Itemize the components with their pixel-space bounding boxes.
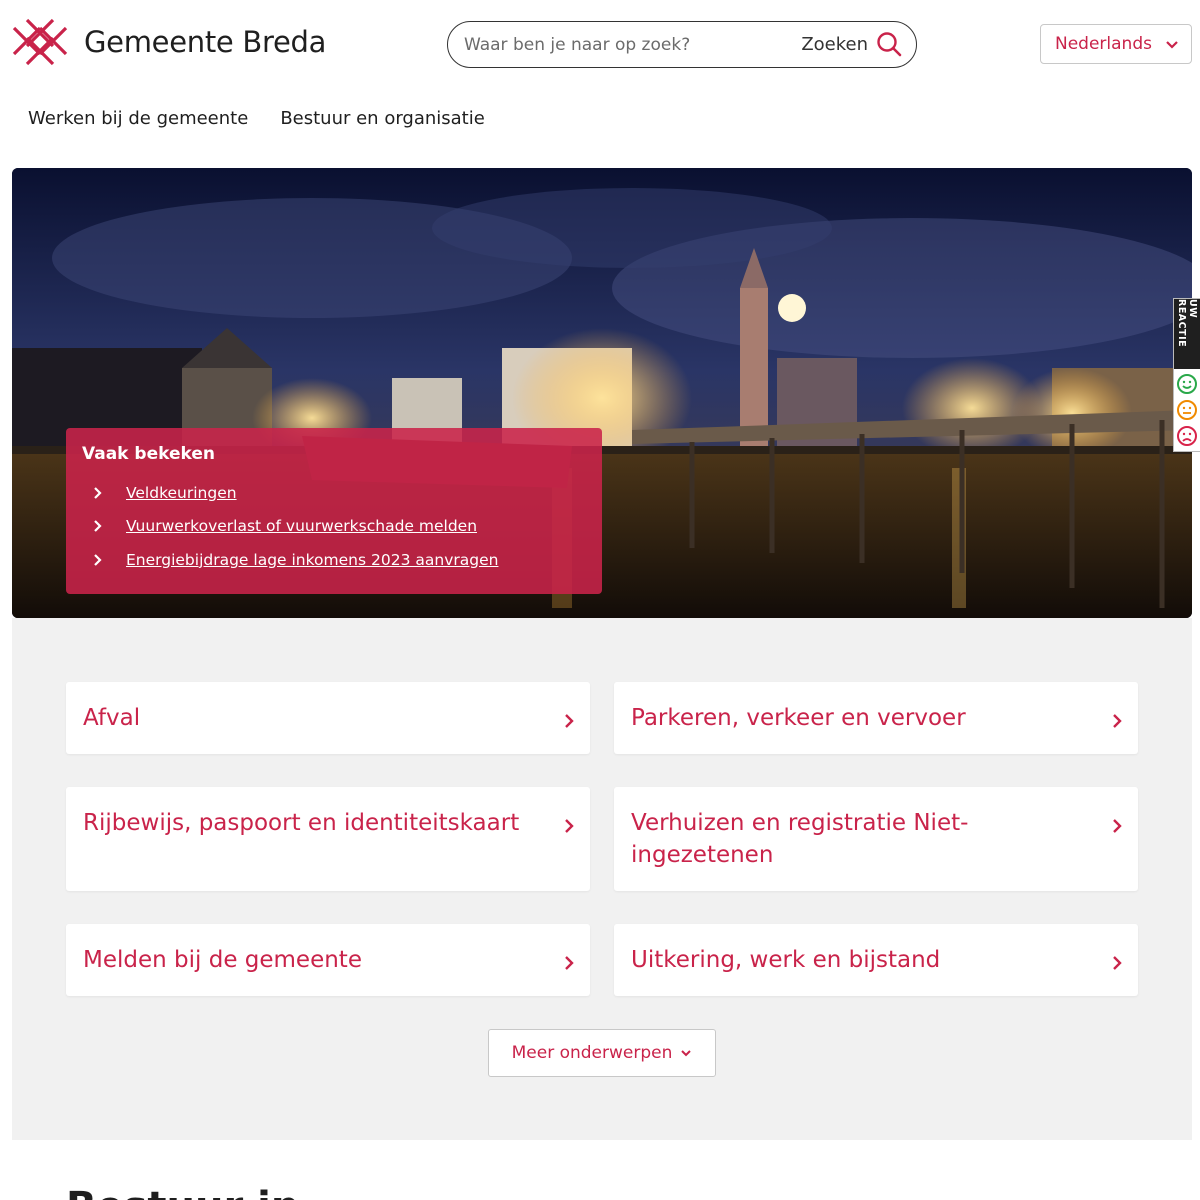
happy-face-icon[interactable] bbox=[1176, 373, 1198, 395]
hero-banner: Vaak bekeken Veldkeuringen Vuurwerkoverl… bbox=[12, 168, 1192, 618]
topic-card-rijbewijs[interactable]: Rijbewijs, paspoort en identiteitskaart bbox=[66, 787, 590, 891]
topic-title: Afval bbox=[83, 705, 141, 731]
link-energiebijdrage[interactable]: Energiebijdrage lage inkomens 2023 aanvr… bbox=[126, 551, 498, 569]
chevron-right-icon bbox=[565, 956, 574, 970]
chevron-right-icon bbox=[1113, 956, 1122, 970]
list-item: Energiebijdrage lage inkomens 2023 aanvr… bbox=[82, 543, 586, 577]
chevron-right-icon bbox=[565, 714, 574, 728]
frequently-viewed-title: Vaak bekeken bbox=[82, 444, 215, 464]
neutral-face-icon[interactable] bbox=[1176, 399, 1198, 421]
search-button[interactable]: Zoeken bbox=[801, 31, 902, 57]
feedback-tab[interactable]: UW REACTIE bbox=[1173, 298, 1200, 452]
chevron-right-icon bbox=[94, 486, 102, 499]
link-vuurwerkoverlast[interactable]: Vuurwerkoverlast of vuurwerkschade melde… bbox=[126, 517, 477, 535]
chevron-down-icon bbox=[681, 1050, 692, 1057]
chevron-right-icon bbox=[94, 553, 102, 566]
search-bar: Zoeken bbox=[447, 21, 917, 68]
chevron-right-icon bbox=[565, 819, 574, 833]
chevron-right-icon bbox=[1113, 819, 1122, 833]
topics-panel: Afval Parkeren, verkeer en vervoer Rijbe… bbox=[12, 618, 1192, 1140]
frequently-viewed-list: Veldkeuringen Vuurwerkoverlast of vuurwe… bbox=[82, 476, 586, 577]
language-label: Nederlands bbox=[1055, 34, 1152, 54]
link-veldkeuringen[interactable]: Veldkeuringen bbox=[126, 484, 237, 502]
frequently-viewed-box: Vaak bekeken Veldkeuringen Vuurwerkoverl… bbox=[66, 428, 602, 594]
topic-title: Rijbewijs, paspoort en identiteitskaart bbox=[83, 810, 520, 836]
more-topics-button[interactable]: Meer onderwerpen bbox=[488, 1029, 716, 1077]
chevron-right-icon bbox=[1113, 714, 1122, 728]
topic-card-verhuizen[interactable]: Verhuizen en registratie Niet-ingezetene… bbox=[614, 787, 1138, 891]
nav-item-bestuur[interactable]: Bestuur en organisatie bbox=[280, 108, 485, 129]
search-button-label: Zoeken bbox=[801, 33, 868, 55]
site-logo[interactable]: Gemeente Breda bbox=[12, 18, 326, 66]
list-item: Vuurwerkoverlast of vuurwerkschade melde… bbox=[82, 510, 586, 544]
section-heading-bestuur: Bestuur in bbox=[66, 1184, 299, 1200]
more-topics-label: Meer onderwerpen bbox=[511, 1043, 673, 1063]
breda-logo-icon bbox=[12, 18, 68, 66]
list-item: Veldkeuringen bbox=[82, 476, 586, 510]
nav-item-werken[interactable]: Werken bij de gemeente bbox=[28, 108, 248, 129]
topic-title: Uitkering, werk en bijstand bbox=[631, 947, 941, 973]
topic-title: Parkeren, verkeer en vervoer bbox=[631, 705, 966, 731]
chevron-right-icon bbox=[94, 520, 102, 533]
feedback-label: UW REACTIE bbox=[1174, 299, 1200, 369]
topic-title: Melden bij de gemeente bbox=[83, 947, 362, 973]
sad-face-icon[interactable] bbox=[1176, 425, 1198, 447]
top-navigation: Werken bij de gemeente Bestuur en organi… bbox=[28, 108, 485, 129]
language-select[interactable]: Nederlands bbox=[1040, 24, 1192, 64]
topic-card-parkeren[interactable]: Parkeren, verkeer en vervoer bbox=[614, 682, 1138, 754]
logo-text: Gemeente Breda bbox=[84, 25, 327, 59]
search-input[interactable] bbox=[448, 34, 778, 55]
search-icon bbox=[877, 32, 902, 57]
chevron-down-icon bbox=[1166, 41, 1178, 49]
topic-card-melden[interactable]: Melden bij de gemeente bbox=[66, 924, 590, 996]
topic-card-uitkering[interactable]: Uitkering, werk en bijstand bbox=[614, 924, 1138, 996]
topic-title: Verhuizen en registratie Niet-ingezetene… bbox=[631, 810, 969, 868]
topic-card-afval[interactable]: Afval bbox=[66, 682, 590, 754]
